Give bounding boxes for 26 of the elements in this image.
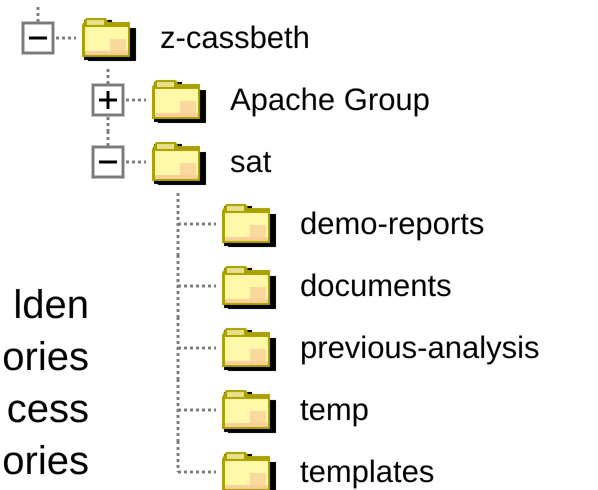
tree-toggle[interactable]: [92, 146, 124, 178]
folder-label[interactable]: temp: [300, 392, 369, 428]
folder-label[interactable]: documents: [300, 268, 452, 304]
folder-label[interactable]: sat: [230, 144, 272, 180]
folder-label[interactable]: previous-analysis: [300, 330, 540, 366]
folder-label[interactable]: Apache Group: [230, 82, 430, 118]
folder-icon: [220, 387, 276, 433]
slide-text: ories: [2, 334, 89, 381]
folder-label[interactable]: demo-reports: [300, 206, 484, 242]
folder-icon: [150, 77, 206, 123]
slide-text: ories: [2, 438, 89, 485]
tree-connector-line: [176, 193, 216, 255]
folder-icon: [150, 139, 206, 185]
folder-icon: [220, 263, 276, 309]
folder-label[interactable]: z-cassbeth: [160, 20, 310, 56]
tree-connector-line: [176, 255, 216, 317]
tree-toggle[interactable]: [22, 22, 54, 54]
folder-label[interactable]: templates: [300, 454, 434, 490]
folder-icon: [220, 325, 276, 371]
slide-text: cess: [6, 386, 89, 433]
folder-icon: [220, 449, 276, 490]
tree-connector-line: [176, 317, 216, 379]
tree-toggle[interactable]: [92, 84, 124, 116]
folder-icon: [220, 201, 276, 247]
slide-text: lden: [13, 282, 89, 329]
folder-icon: [80, 15, 136, 61]
